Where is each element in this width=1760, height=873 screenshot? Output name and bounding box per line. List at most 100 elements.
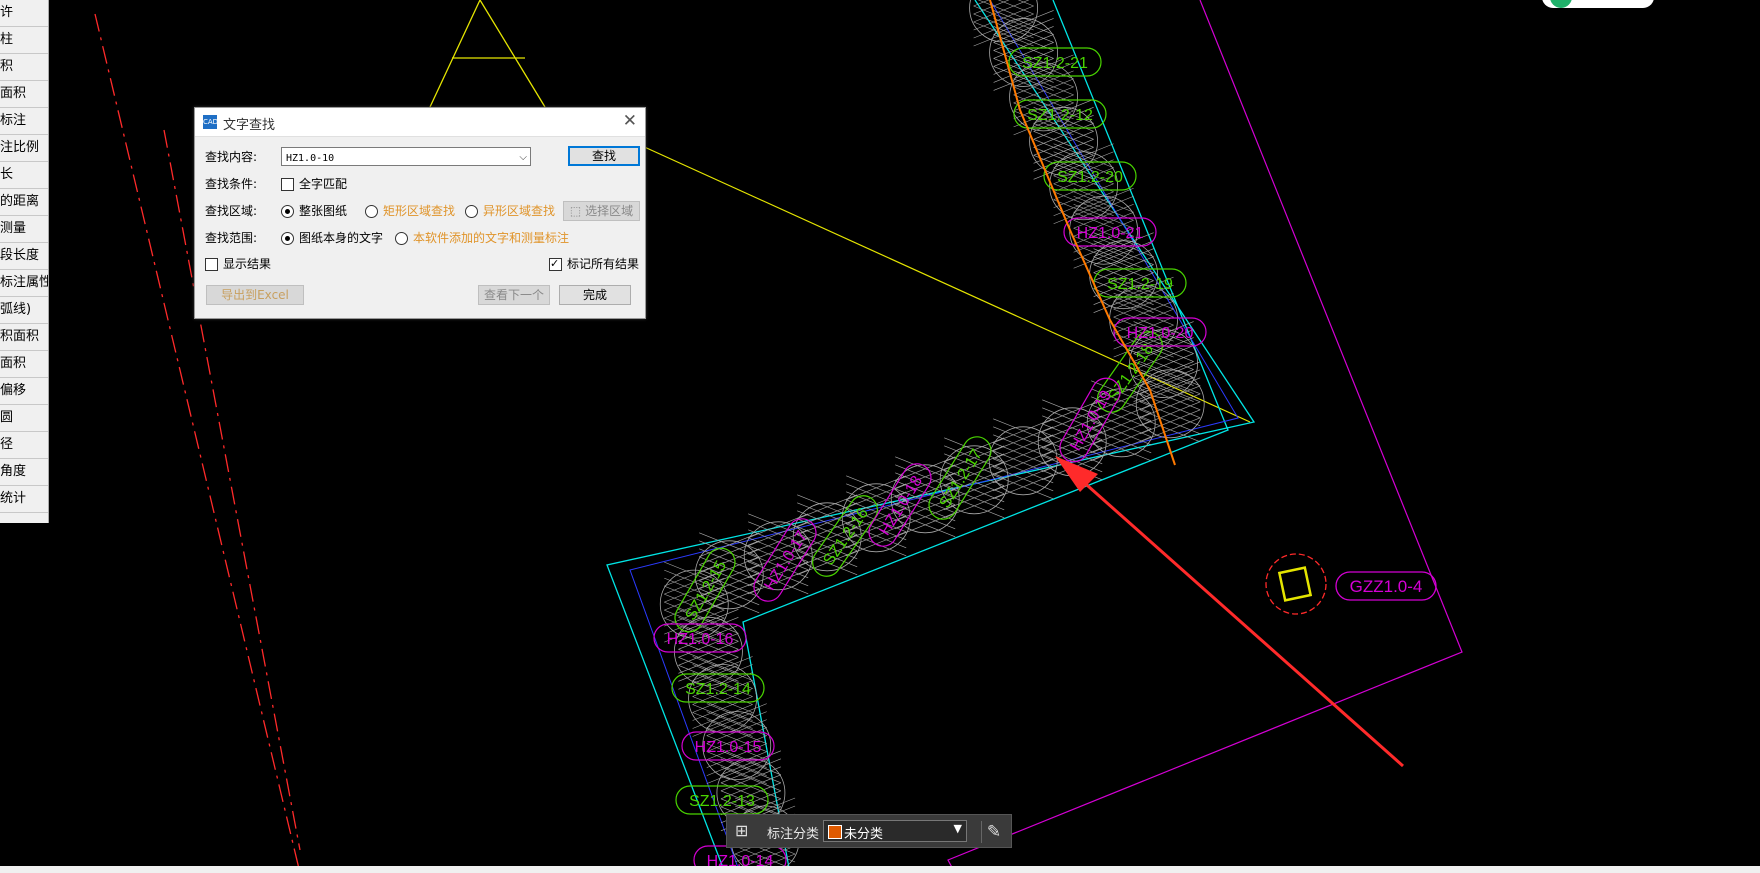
sidebar-item[interactable]: 长 [0,162,48,189]
annotation-category-value: 未分类 [844,827,884,842]
row-content: 查找内容: ⌵ 查找 [205,146,640,167]
pile-label: SZ1.2-12 [1013,99,1107,129]
text-find-dialog: CAD 文字查找 ✕ 查找内容: ⌵ 查找 查找条件: 全字匹配 查找区域: 整… [194,107,646,319]
sidebar-item-label: 统计 [0,491,27,506]
sidebar-item-label: 面积 [0,86,27,101]
pile-label-text: SZ1.2-13 [689,793,755,810]
scope-radio-drawing[interactable] [281,232,294,245]
sidebar-item[interactable]: 面积 [0,81,48,108]
top-right-widget[interactable] [1542,0,1654,8]
region-radio-shape[interactable] [465,205,478,218]
scope-label: 查找范围: [205,231,258,245]
status-strip [0,866,1760,873]
sidebar-item[interactable]: 偏移 [0,378,48,405]
scope-radio-software[interactable] [395,232,408,245]
sidebar-item[interactable]: 弧线) [0,297,48,324]
row-results: 显示结果 标记所有结果 [205,254,639,274]
sidebar-item[interactable]: 积 [0,54,48,81]
gzz-square [1277,566,1313,602]
show-results-label: 显示结果 [223,257,272,271]
sidebar-item-label: 面积 [0,356,27,371]
hatch-line [1017,0,1034,7]
pile-label-text: HZ1.0-20 [1127,325,1194,342]
sidebar-item[interactable]: 圆 [0,405,48,432]
region-label: 查找区域: [205,204,258,218]
sidebar-item-label: 许 [0,5,14,20]
sidebar-item[interactable]: 许 [0,0,48,27]
region-option-shape[interactable]: 异形区域查找 [483,201,555,221]
region-radio-whole[interactable] [281,205,294,218]
sidebar-item-label: 标注属性 [0,275,48,290]
find-button[interactable]: 查找 [568,146,640,166]
row-condition: 查找条件: 全字匹配 [205,174,635,194]
search-input[interactable] [286,150,506,167]
select-region-button[interactable]: ⬚ 选择区域 [563,201,640,221]
mark-all-checkbox[interactable] [549,254,562,274]
scope-option-drawing[interactable]: 图纸本身的文字 [299,228,383,248]
region-option-whole[interactable]: 整张图纸 [299,201,347,221]
magenta-boundary [947,0,1463,873]
sidebar-item[interactable]: 积面积 [0,324,48,351]
category-color-swatch [828,825,842,839]
cyan-wall-inner [742,0,1229,873]
mark-all-label: 标记所有结果 [567,257,640,271]
show-results-checkbox[interactable] [205,258,218,271]
sidebar-item[interactable]: 的距离 [0,189,48,216]
sidebar-item[interactable]: 注比例 [0,135,48,162]
pile-label-text: HZ1.0-16 [667,631,734,648]
annotation-category-select[interactable]: 未分类 ▼ [823,820,967,842]
sidebar-item-label: 圆 [0,410,14,425]
region-option-rect[interactable]: 矩形区域查找 [383,201,455,221]
pile-label-text: HZ1.0-21 [1077,225,1144,242]
pile-group: SZ1.2-21SZ1.2-20SZ1.2-19SZ1.2-18SZ1.2-17… [653,0,1207,873]
pile-label-text: SZ1.2-14 [685,681,751,698]
hatch-line [973,0,990,7]
sidebar-item[interactable]: 柱 [0,27,48,54]
sidebar-item-label: 注比例 [0,140,40,155]
sidebar-item-label: 测量 [0,221,27,236]
grid-icon[interactable]: ⊞ [735,822,753,840]
row-scope: 查找范围: 图纸本身的文字 本软件添加的文字和测量标注 [205,228,635,248]
sidebar-item-label: 积面积 [0,329,40,344]
region-radio-rect[interactable] [365,205,378,218]
sidebar-item[interactable]: 面积 [0,351,48,378]
sidebar-item[interactable]: 径 [0,432,48,459]
close-icon[interactable]: ✕ [623,111,637,131]
app-logo-icon: CAD [203,115,218,129]
sidebar-item[interactable]: 标注属性 [0,270,48,297]
annotation-category-label: 标注分类 [767,827,820,842]
export-excel-button[interactable]: 导出到Excel [206,285,304,305]
sidebar-item-label: 径 [0,437,14,452]
whole-word-label: 全字匹配 [299,177,348,191]
view-next-button[interactable]: 查看下一个 [478,285,550,305]
pile-label-text: SZ1.2-20 [1057,169,1123,186]
pile-label-text: HZ1.0-15 [695,739,762,756]
sidebar-item[interactable]: 标注 [0,108,48,135]
sidebar-item-label: 段长度 [0,248,40,263]
pile-label-text: SZ1.2-19 [1107,276,1173,293]
search-combo[interactable]: ⌵ [281,147,531,167]
sidebar-item-label: 积 [0,59,14,74]
sidebar-item-label: 标注 [0,113,27,128]
sidebar-item-label: 长 [0,167,14,182]
sidebar-item-label: 柱 [0,32,14,47]
sidebar-item[interactable]: 测量 [0,216,48,243]
sidebar-item[interactable]: 角度 [0,459,48,486]
gzz-label: GZZ1.0-4 [1350,577,1423,596]
sidebar-item[interactable]: 段长度 [0,243,48,270]
done-button[interactable]: 完成 [559,285,631,305]
yellow-triangle [429,0,546,108]
sidebar-item-label: 角度 [0,464,27,479]
edit-icon[interactable]: ✎ [981,821,1006,843]
chevron-down-icon[interactable]: ⌵ [519,148,527,167]
row-region: 查找区域: 整张图纸 矩形区域查找 异形区域查找 ⬚ 选择区域 [205,201,640,221]
sidebar-item-label: 的距离 [0,194,40,209]
pile-label-text: SZ1.2-12 [1027,107,1093,124]
pile-label-text: SZ1.2-21 [1022,55,1088,72]
select-region-icon: ⬚ [569,204,586,218]
status-dot-icon [1550,0,1572,8]
pile-label: SZ1.2-21 [1008,47,1102,77]
whole-word-checkbox[interactable] [281,178,294,191]
scope-option-software[interactable]: 本软件添加的文字和测量标注 [413,228,569,248]
sidebar-item[interactable]: 统计 [0,486,48,513]
